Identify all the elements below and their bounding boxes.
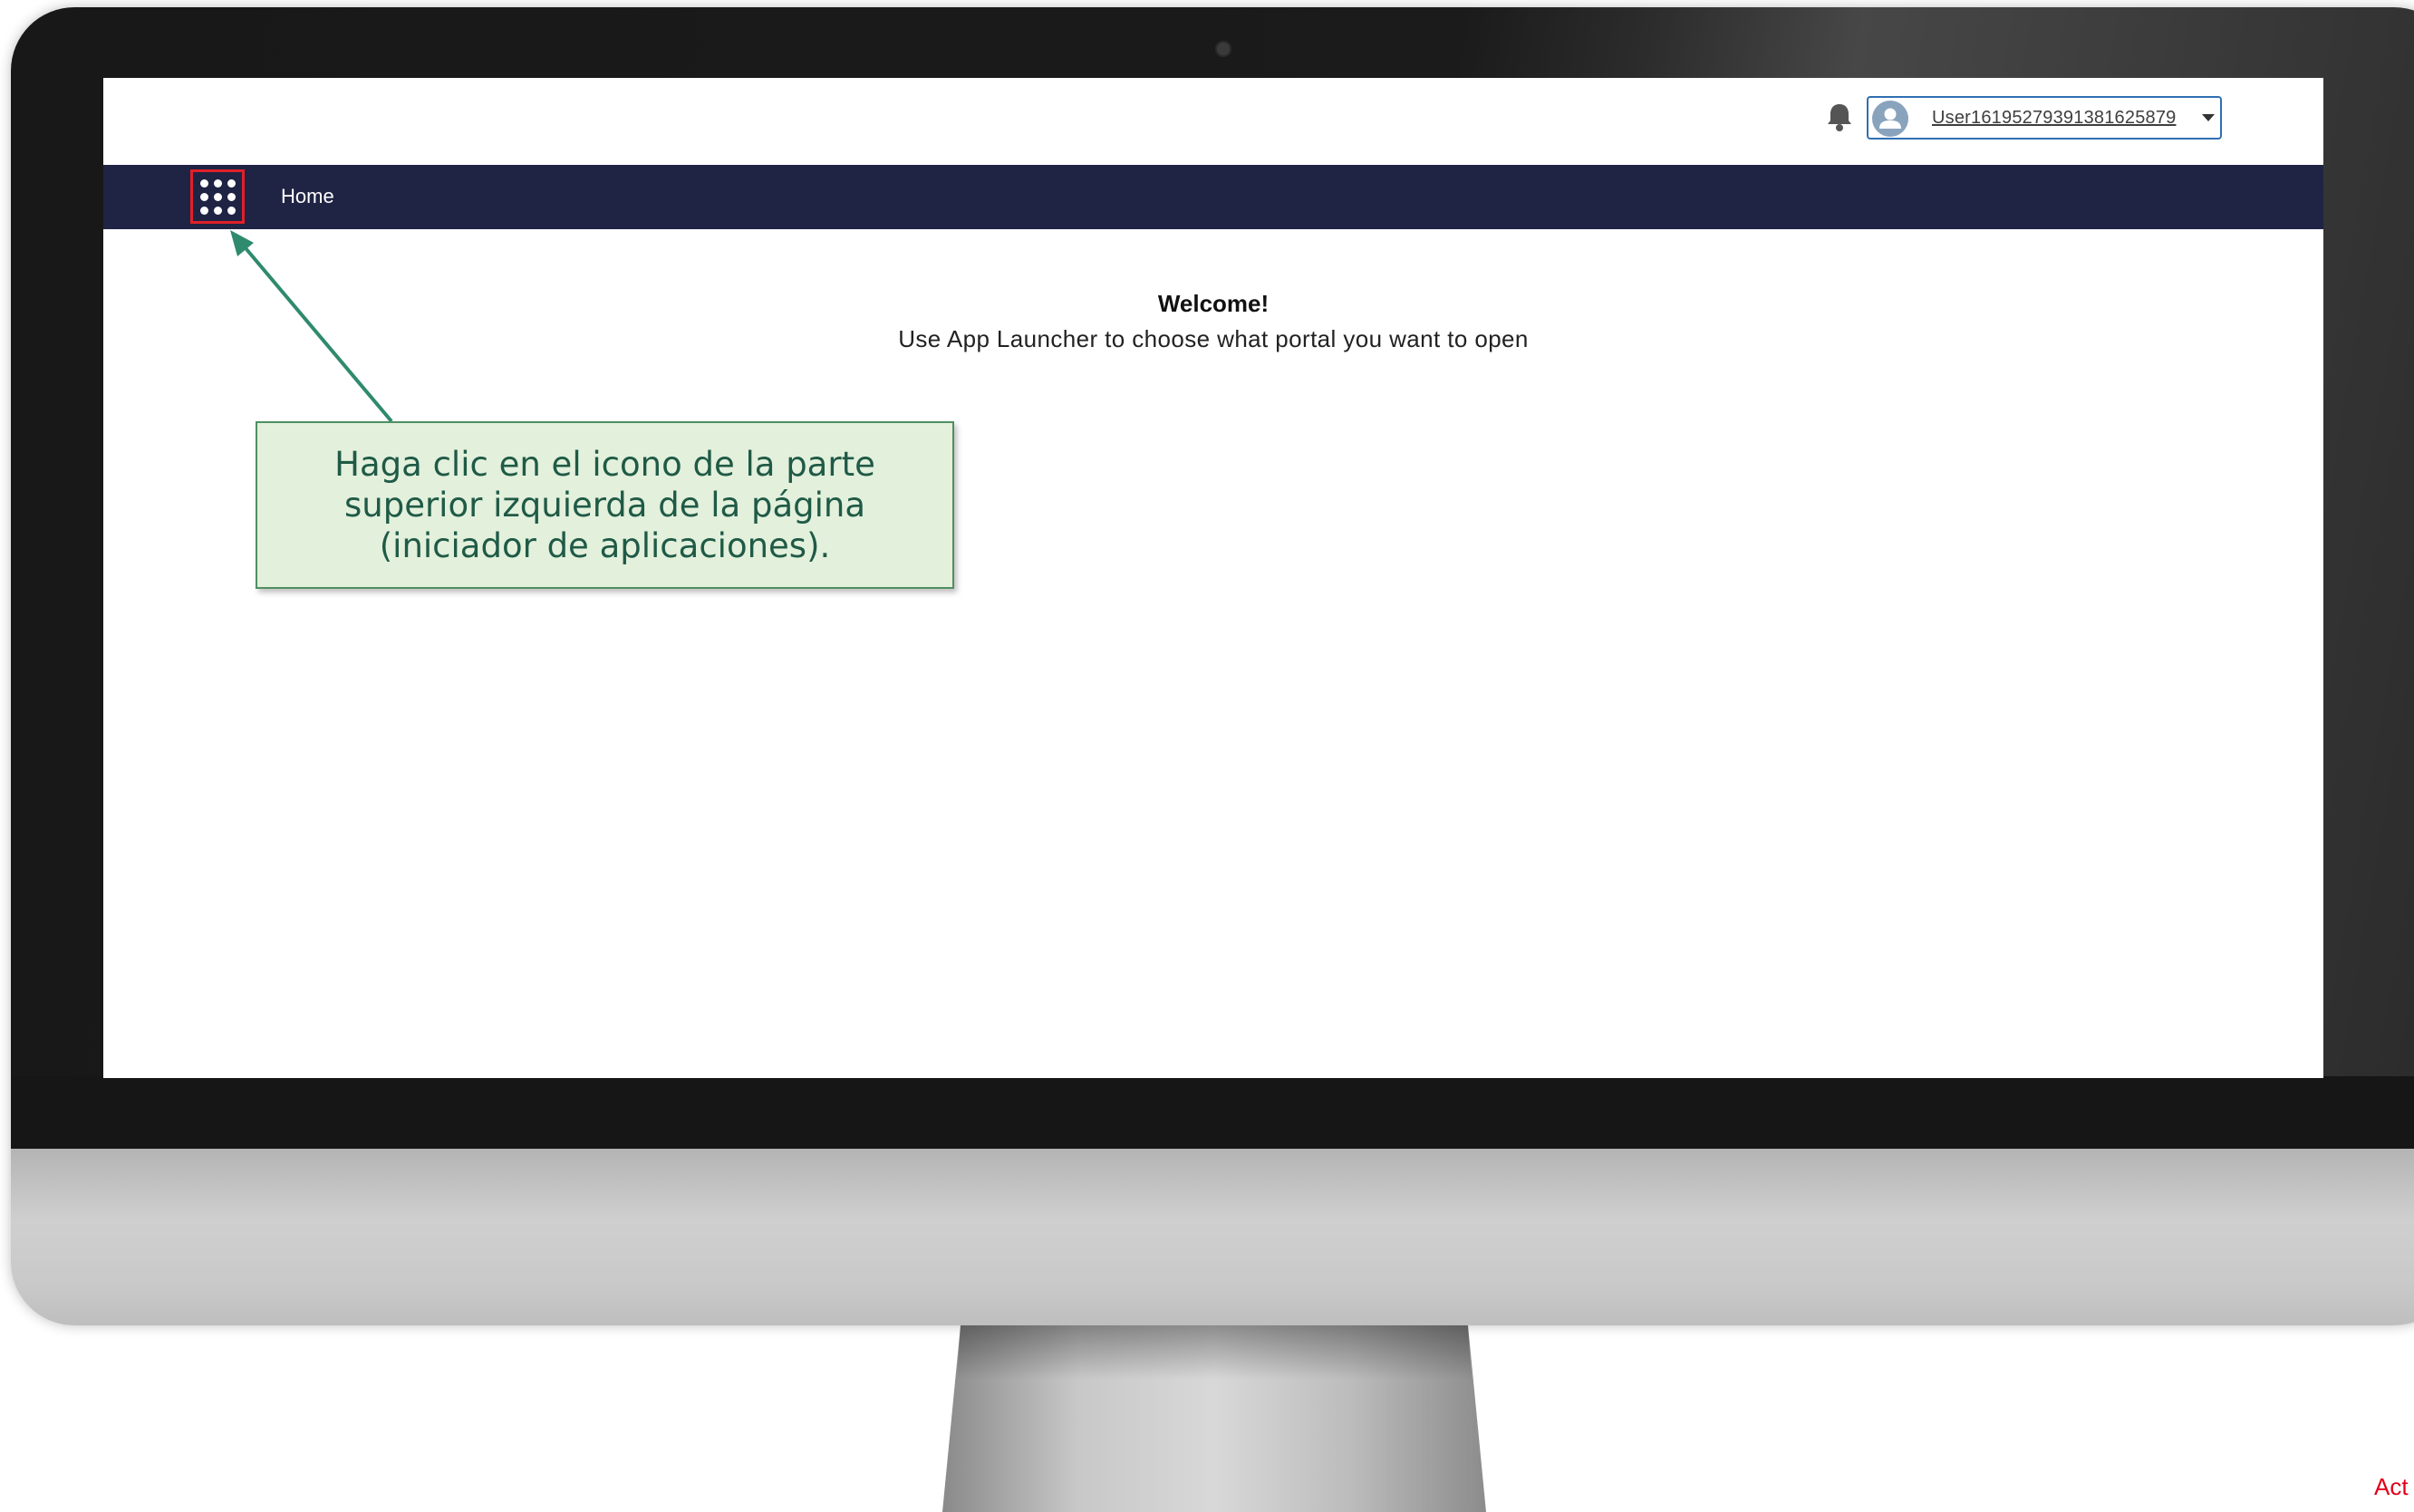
- chevron-down-icon[interactable]: [2202, 114, 2215, 121]
- welcome-title: Welcome!: [1157, 290, 1270, 317]
- monitor-chin: [11, 1149, 2414, 1325]
- welcome-subtitle: Use App Launcher to choose what portal y…: [898, 325, 1529, 352]
- navigation-bar: Home: [103, 165, 2323, 229]
- user-avatar-icon: [1872, 101, 1908, 137]
- webcam: [1215, 41, 1231, 57]
- username-link[interactable]: User16195279391381625879: [1932, 108, 2177, 129]
- bell-icon[interactable]: [1825, 101, 1854, 132]
- nav-item-home[interactable]: Home: [281, 185, 334, 208]
- monitor-stand-shadow: [957, 1325, 1472, 1380]
- monitor-bezel-bottom: [11, 1076, 2414, 1149]
- user-profile-menu[interactable]: User16195279391381625879: [1867, 96, 2222, 140]
- top-header: User16195279391381625879: [103, 78, 2323, 165]
- corner-text: Act: [2374, 1473, 2409, 1500]
- app-launcher-grid-icon[interactable]: [190, 169, 245, 224]
- instruction-callout: Haga clic en el icono de la parte superi…: [256, 421, 954, 589]
